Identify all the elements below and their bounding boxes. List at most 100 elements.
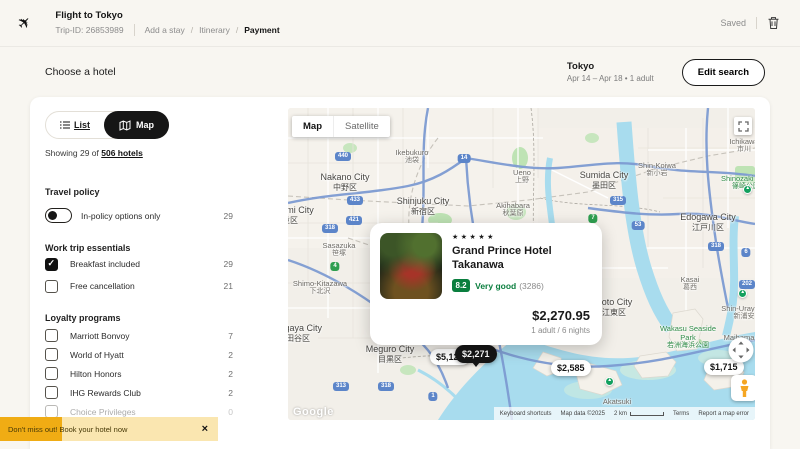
keyboard-shortcuts-link[interactable]: Keyboard shortcuts (500, 411, 552, 417)
filter-label: World of Hyatt (70, 350, 124, 360)
toast-close-icon[interactable]: × (202, 423, 208, 435)
breadcrumb-payment[interactable]: Payment (244, 25, 279, 35)
airplane-icon: ✈ (13, 11, 37, 35)
loyalty-heading: Loyalty programs (45, 313, 233, 323)
filter-row[interactable]: World of Hyatt 2 (45, 345, 233, 364)
map-view-button[interactable]: Map (104, 111, 169, 139)
pegman-control[interactable] (731, 375, 755, 401)
filter-row[interactable]: Breakfast included 29 (45, 253, 233, 275)
park-poi-icon[interactable] (605, 377, 614, 386)
price-caption: 1 adult / 6 nights (531, 326, 590, 335)
results-count-prefix: Showing 29 of (45, 148, 101, 158)
top-bar: ✈ Flight to Tokyo Trip-ID: 26853989 Add … (0, 0, 800, 47)
loyalty-list: Marriott Bonvoy 7 World of Hyatt 2 Hilto… (45, 326, 233, 421)
date-summary: Apr 14 – Apr 18 • 1 adult (567, 74, 654, 83)
essentials-list: Breakfast included 29 Free cancellation … (45, 253, 233, 297)
fullscreen-icon (738, 121, 749, 132)
filter-label: Free cancellation (70, 281, 135, 291)
breadcrumb-separator: / (236, 25, 238, 35)
filter-count: 21 (224, 281, 233, 291)
essentials-heading: Work trip essentials (45, 243, 233, 253)
filter-row[interactable]: Hilton Honors 2 (45, 364, 233, 383)
results-count-link[interactable]: 506 hotels (101, 148, 143, 158)
review-count: (3286) (519, 281, 544, 291)
breadcrumb-add-a-stay[interactable]: Add a stay (145, 25, 185, 35)
divider (134, 24, 135, 36)
checkbox[interactable] (45, 348, 58, 361)
map-type-control: Map Satellite (292, 116, 390, 137)
map-type-satellite-button[interactable]: Satellite (333, 116, 390, 137)
results-count: Showing 29 of 506 hotels (45, 148, 233, 158)
scale-label: 2 km (614, 411, 627, 417)
hotel-price-pin[interactable]: $2,271 (455, 345, 497, 363)
filter-count: 2 (228, 350, 233, 360)
filters-sidebar: List Map Showing 29 of 506 hotels Travel… (45, 111, 233, 421)
scale-bar (630, 412, 664, 416)
park-poi-icon[interactable] (738, 289, 747, 298)
rating-text: Very good (475, 281, 516, 291)
list-view-label: List (74, 120, 90, 130)
hotel-price-pin[interactable]: $2,585 (551, 360, 591, 376)
trash-icon (767, 16, 780, 30)
sub-header: Choose a hotel Tokyo Apr 14 – Apr 18 • 1… (0, 47, 800, 97)
filter-label: IHG Rewards Club (70, 388, 141, 398)
map-view-label: Map (136, 120, 154, 130)
view-toggle: List Map (45, 111, 169, 139)
checkbox[interactable] (45, 258, 58, 271)
map-data-label: Map data ©2025 (561, 411, 605, 417)
trip-id: Trip-ID: 26853989 (55, 25, 123, 35)
map-attribution: Keyboard shortcuts Map data ©2025 2 km T… (494, 407, 755, 420)
toggle-knob (48, 211, 57, 220)
map-icon (119, 120, 131, 131)
rating-badge: 8.2 (452, 279, 470, 292)
delete-trip-button[interactable] (767, 16, 780, 30)
in-policy-label: In-policy options only (81, 211, 160, 221)
checkbox[interactable] (45, 280, 58, 293)
pegman-icon (739, 379, 750, 398)
hotel-price: $2,270.95 (531, 308, 590, 323)
filter-label: Choice Privileges (70, 407, 136, 417)
filter-label: Hilton Honors (70, 369, 122, 379)
in-policy-count: 29 (224, 211, 233, 221)
fullscreen-button[interactable] (734, 117, 752, 135)
in-policy-toggle[interactable] (45, 208, 72, 223)
filter-row[interactable]: Free cancellation 21 (45, 275, 233, 297)
map-type-map-button[interactable]: Map (292, 121, 333, 132)
filter-label: Breakfast included (70, 259, 140, 269)
filter-count: 0 (228, 407, 233, 417)
filter-row[interactable]: IHG Rewards Club 2 (45, 383, 233, 402)
filter-count: 2 (228, 388, 233, 398)
hotel-stars: ★★★★★ (452, 233, 592, 241)
hotel-photo[interactable] (380, 233, 442, 299)
filter-row[interactable]: Marriott Bonvoy 7 (45, 326, 233, 345)
page-title: Choose a hotel (45, 66, 116, 78)
trip-title: Flight to Tokyo (55, 10, 279, 21)
report-map-error-link[interactable]: Report a map error (698, 411, 749, 417)
filter-count: 7 (228, 331, 233, 341)
in-policy-filter-row[interactable]: In-policy options only 29 (45, 208, 233, 223)
google-logo: Google (293, 406, 334, 418)
destination: Tokyo (567, 61, 654, 72)
checkbox[interactable] (45, 386, 58, 399)
list-view-button[interactable]: List (46, 120, 104, 130)
checkbox[interactable] (45, 329, 58, 342)
divider (756, 17, 757, 29)
hotel-name: Grand Prince Hotel Takanawa (452, 244, 602, 272)
pan-arrows-icon (728, 337, 754, 363)
trip-meta: Flight to Tokyo Trip-ID: 26853989 Add a … (55, 10, 279, 36)
hotel-card[interactable]: ★★★★★ Grand Prince Hotel Takanawa 8.2 Ve… (370, 223, 602, 345)
filter-count: 2 (228, 369, 233, 379)
filter-count: 29 (224, 259, 233, 269)
checkbox[interactable] (45, 367, 58, 380)
map-container[interactable]: Nakano City 中野区 Shinjuku City 新宿区 Sumida… (288, 108, 755, 420)
breadcrumb: Add a stay / Itinerary / Payment (145, 25, 280, 35)
breadcrumb-itinerary[interactable]: Itinerary (199, 25, 230, 35)
edit-search-button[interactable]: Edit search (682, 59, 765, 86)
list-icon (60, 121, 70, 129)
terms-link[interactable]: Terms (673, 411, 689, 417)
search-summary: Tokyo Apr 14 – Apr 18 • 1 adult (567, 61, 654, 83)
promo-toast-text: Don't miss out! Book your hotel now (8, 425, 127, 434)
park-poi-icon[interactable] (743, 185, 752, 194)
map-pan-control[interactable] (728, 337, 754, 368)
promo-toast: Don't miss out! Book your hotel now × (0, 417, 218, 441)
